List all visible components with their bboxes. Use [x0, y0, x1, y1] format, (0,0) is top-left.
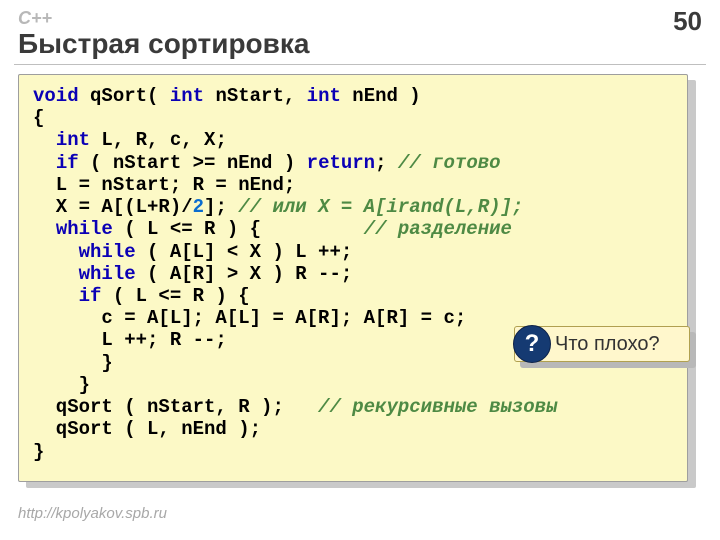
- callout-text: Что плохо?: [555, 333, 660, 356]
- code-text: ( L <= R ) {: [113, 218, 364, 240]
- code-text: }: [33, 374, 90, 396]
- callout: ? Что плохо?: [514, 326, 690, 362]
- code-comment: // или X = A[irand(L,R)];: [238, 196, 523, 218]
- slide-title: Быстрая сортировка: [18, 28, 309, 60]
- code-comment: // готово: [398, 152, 501, 174]
- code-keyword: int: [307, 85, 341, 107]
- code-keyword: while: [79, 241, 136, 263]
- code-text: ( nStart >= nEnd ): [79, 152, 307, 174]
- code-text: L = nStart; R = nEnd;: [33, 174, 295, 196]
- code-keyword: int: [170, 85, 204, 107]
- code-keyword: return: [307, 152, 375, 174]
- code-comment: // разделение: [364, 218, 512, 240]
- code-text: c = A[L]; A[L] = A[R]; A[R] = c;: [33, 307, 466, 329]
- code-block: void qSort( int nStart, int nEnd ) { int…: [18, 74, 688, 482]
- code-text: [33, 241, 79, 263]
- code-text: X = A[(L+R)/: [33, 196, 193, 218]
- code-text: ( L <= R ) {: [101, 285, 249, 307]
- code-text: ( A[L] < X ) L ++;: [136, 241, 353, 263]
- code-text: }: [33, 441, 44, 463]
- code-keyword: int: [56, 129, 90, 151]
- page-number: 50: [673, 6, 702, 37]
- code-keyword: while: [79, 263, 136, 285]
- code-text: ;: [375, 152, 398, 174]
- code-text: qSort ( nStart, R );: [33, 396, 318, 418]
- code-text: [33, 218, 56, 240]
- code-text: [33, 263, 79, 285]
- code-text: }: [33, 352, 113, 374]
- code-text: [33, 152, 56, 174]
- code-text: [33, 129, 56, 151]
- code-text: qSort ( L, nEnd );: [33, 418, 261, 440]
- code-number: 2: [193, 196, 204, 218]
- divider: [14, 64, 706, 65]
- code-text: ( A[R] > X ) R --;: [136, 263, 353, 285]
- code-text: qSort(: [79, 85, 170, 107]
- code-text: L ++; R --;: [33, 329, 227, 351]
- code-keyword: void: [33, 85, 79, 107]
- code-keyword: if: [79, 285, 102, 307]
- code-keyword: if: [56, 152, 79, 174]
- code-text: [33, 285, 79, 307]
- code-text: ];: [204, 196, 238, 218]
- code-text: nEnd ): [341, 85, 421, 107]
- question-icon: ?: [513, 325, 551, 363]
- code-comment: // рекурсивные вызовы: [318, 396, 557, 418]
- code-keyword: while: [56, 218, 113, 240]
- code-text: {: [33, 107, 44, 129]
- code-text: L, R, c, X;: [90, 129, 227, 151]
- language-label: C++: [18, 8, 52, 29]
- footer-url: http://kpolyakov.spb.ru: [18, 505, 167, 522]
- slide: C++ 50 Быстрая сортировка void qSort( in…: [0, 0, 720, 540]
- code-text: nStart,: [204, 85, 307, 107]
